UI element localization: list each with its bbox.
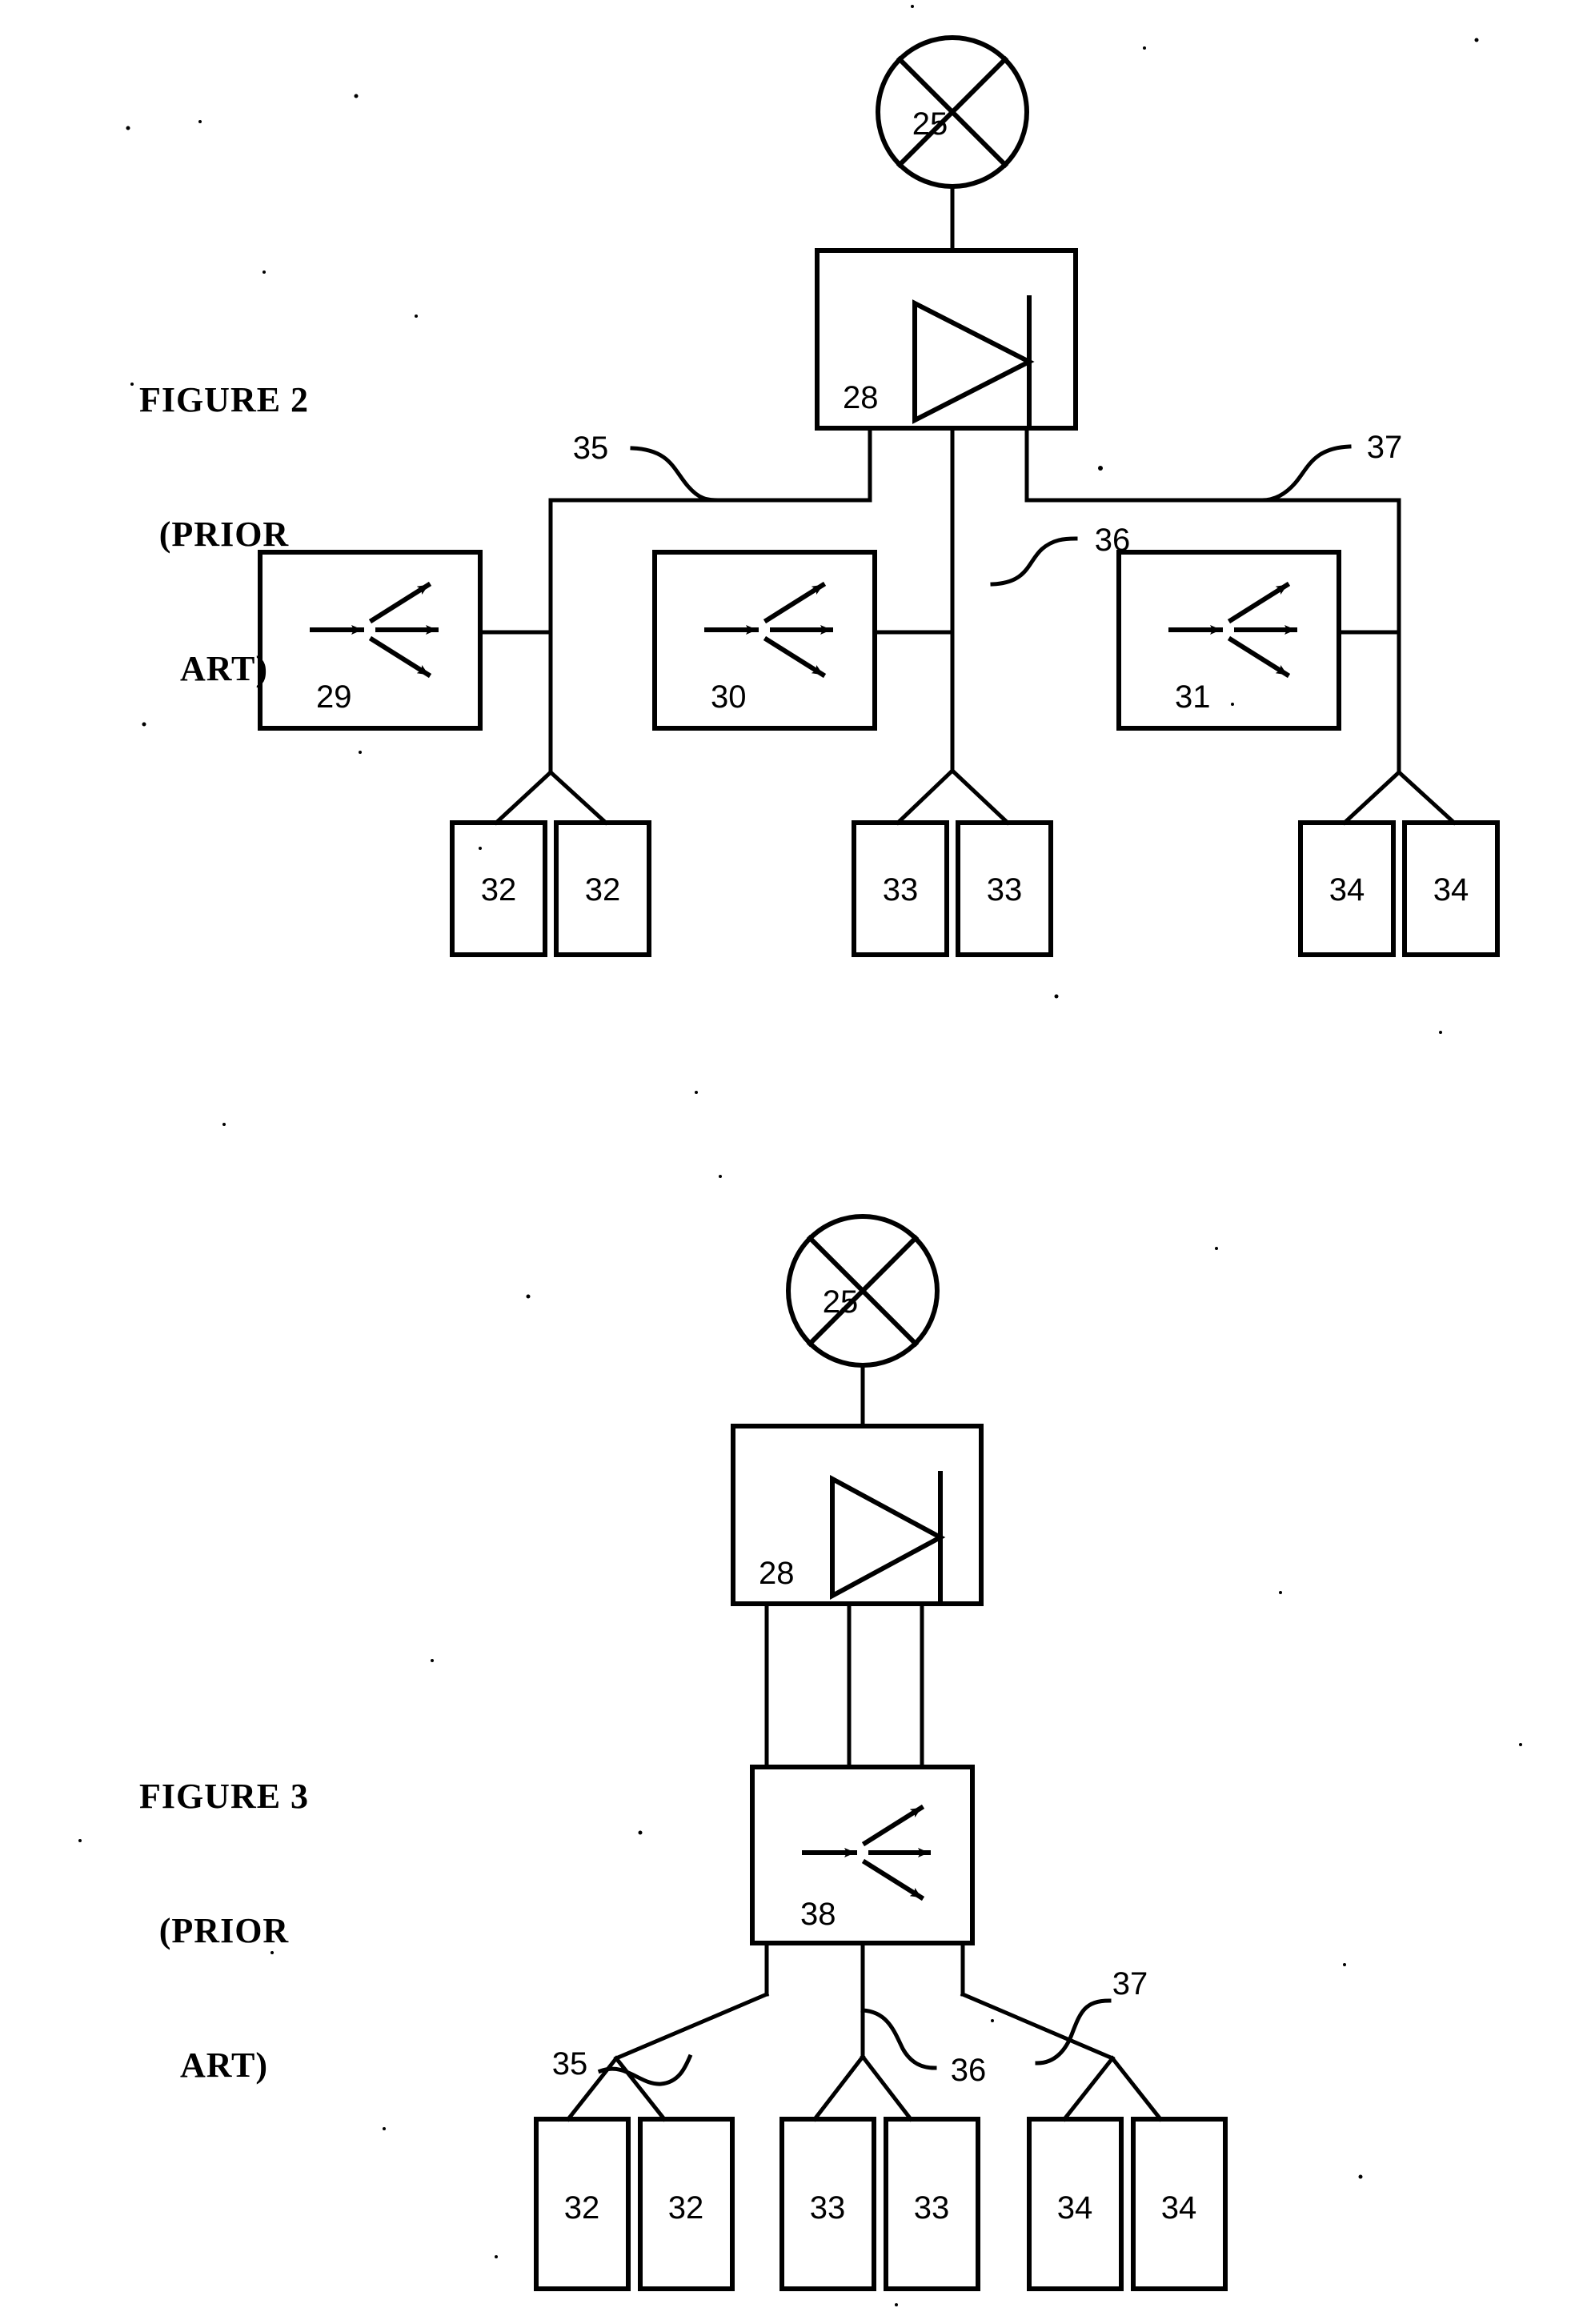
amplifier-label-fig2: 28 [843,380,879,415]
antenna-circle-x-icon-fig3 [786,1214,940,1368]
antenna-label-fig3: 25 [823,1284,859,1320]
terminal-label-fig3-5: 34 [1057,2190,1093,2226]
bus-label-36-fig2: 36 [1095,523,1131,558]
y-branch-center-fig2 [895,767,1011,826]
diag-left-fig3 [613,1991,770,2062]
y-branch-left-fig2 [493,769,609,826]
terminal-label-fig2-1: 32 [481,872,517,908]
lead-line-35-fig2 [630,446,720,503]
splitter-31-label: 31 [1175,679,1211,715]
splitter-box-38-fig3 [750,1765,975,1945]
terminal-label-fig2-4: 33 [987,872,1023,908]
figure-2-drawing [258,35,1500,957]
y-branch-right-fig2 [1341,769,1457,826]
figures-vector-canvas: 25 28 29 30 31 35 36 37 32 32 33 33 34 3… [78,5,1522,2306]
antenna-label-fig2: 25 [912,106,948,142]
lead-line-36-fig2 [990,536,1078,587]
splitter-box-29-fig2 [258,550,483,731]
amplifier-label-fig3: 28 [759,1556,795,1591]
terminal-label-fig3-6: 34 [1161,2190,1197,2226]
terminal-label-fig3-1: 32 [564,2190,600,2226]
terminal-label-fig2-6: 34 [1433,872,1469,908]
bus-label-35-fig2: 35 [573,431,609,466]
splitter-29-label: 29 [316,679,352,715]
splitter-box-30-fig2 [652,550,877,731]
terminal-label-fig2-3: 33 [883,872,919,908]
y-branch-right-fig3 [1061,2055,1164,2122]
lead-line-37-fig2 [1260,444,1352,503]
terminal-label-fig2-2: 32 [585,872,621,908]
antenna-circle-x-icon-fig2 [876,35,1029,189]
terminal-label-fig3-4: 33 [914,2190,950,2226]
bus-label-37-fig2: 37 [1367,430,1403,465]
terminal-label-fig3-3: 33 [810,2190,846,2226]
bus-label-36-fig3: 36 [951,2053,987,2088]
splitter-38-label: 38 [800,1897,836,1932]
terminal-label-fig3-2: 32 [668,2190,704,2226]
patent-drawing-sheet: FIGURE 2 (PRIOR ART) FIGURE 3 (PRIOR ART… [0,0,1571,2324]
lead-line-36-fig3 [860,2008,937,2070]
splitter-box-31-fig2 [1116,550,1341,731]
scan-speckle [78,5,1522,2306]
terminal-label-fig2-5: 34 [1329,872,1365,908]
bus-label-37-fig3: 37 [1112,1966,1148,2001]
figure-3-drawing [534,1214,1228,2291]
reference-numerals: 25 28 29 30 31 35 36 37 32 32 33 33 34 3… [316,106,1469,2226]
bus-label-35-fig3: 35 [552,2046,588,2082]
y-branch-center-fig3 [812,2054,914,2122]
splitter-30-label: 30 [711,679,747,715]
